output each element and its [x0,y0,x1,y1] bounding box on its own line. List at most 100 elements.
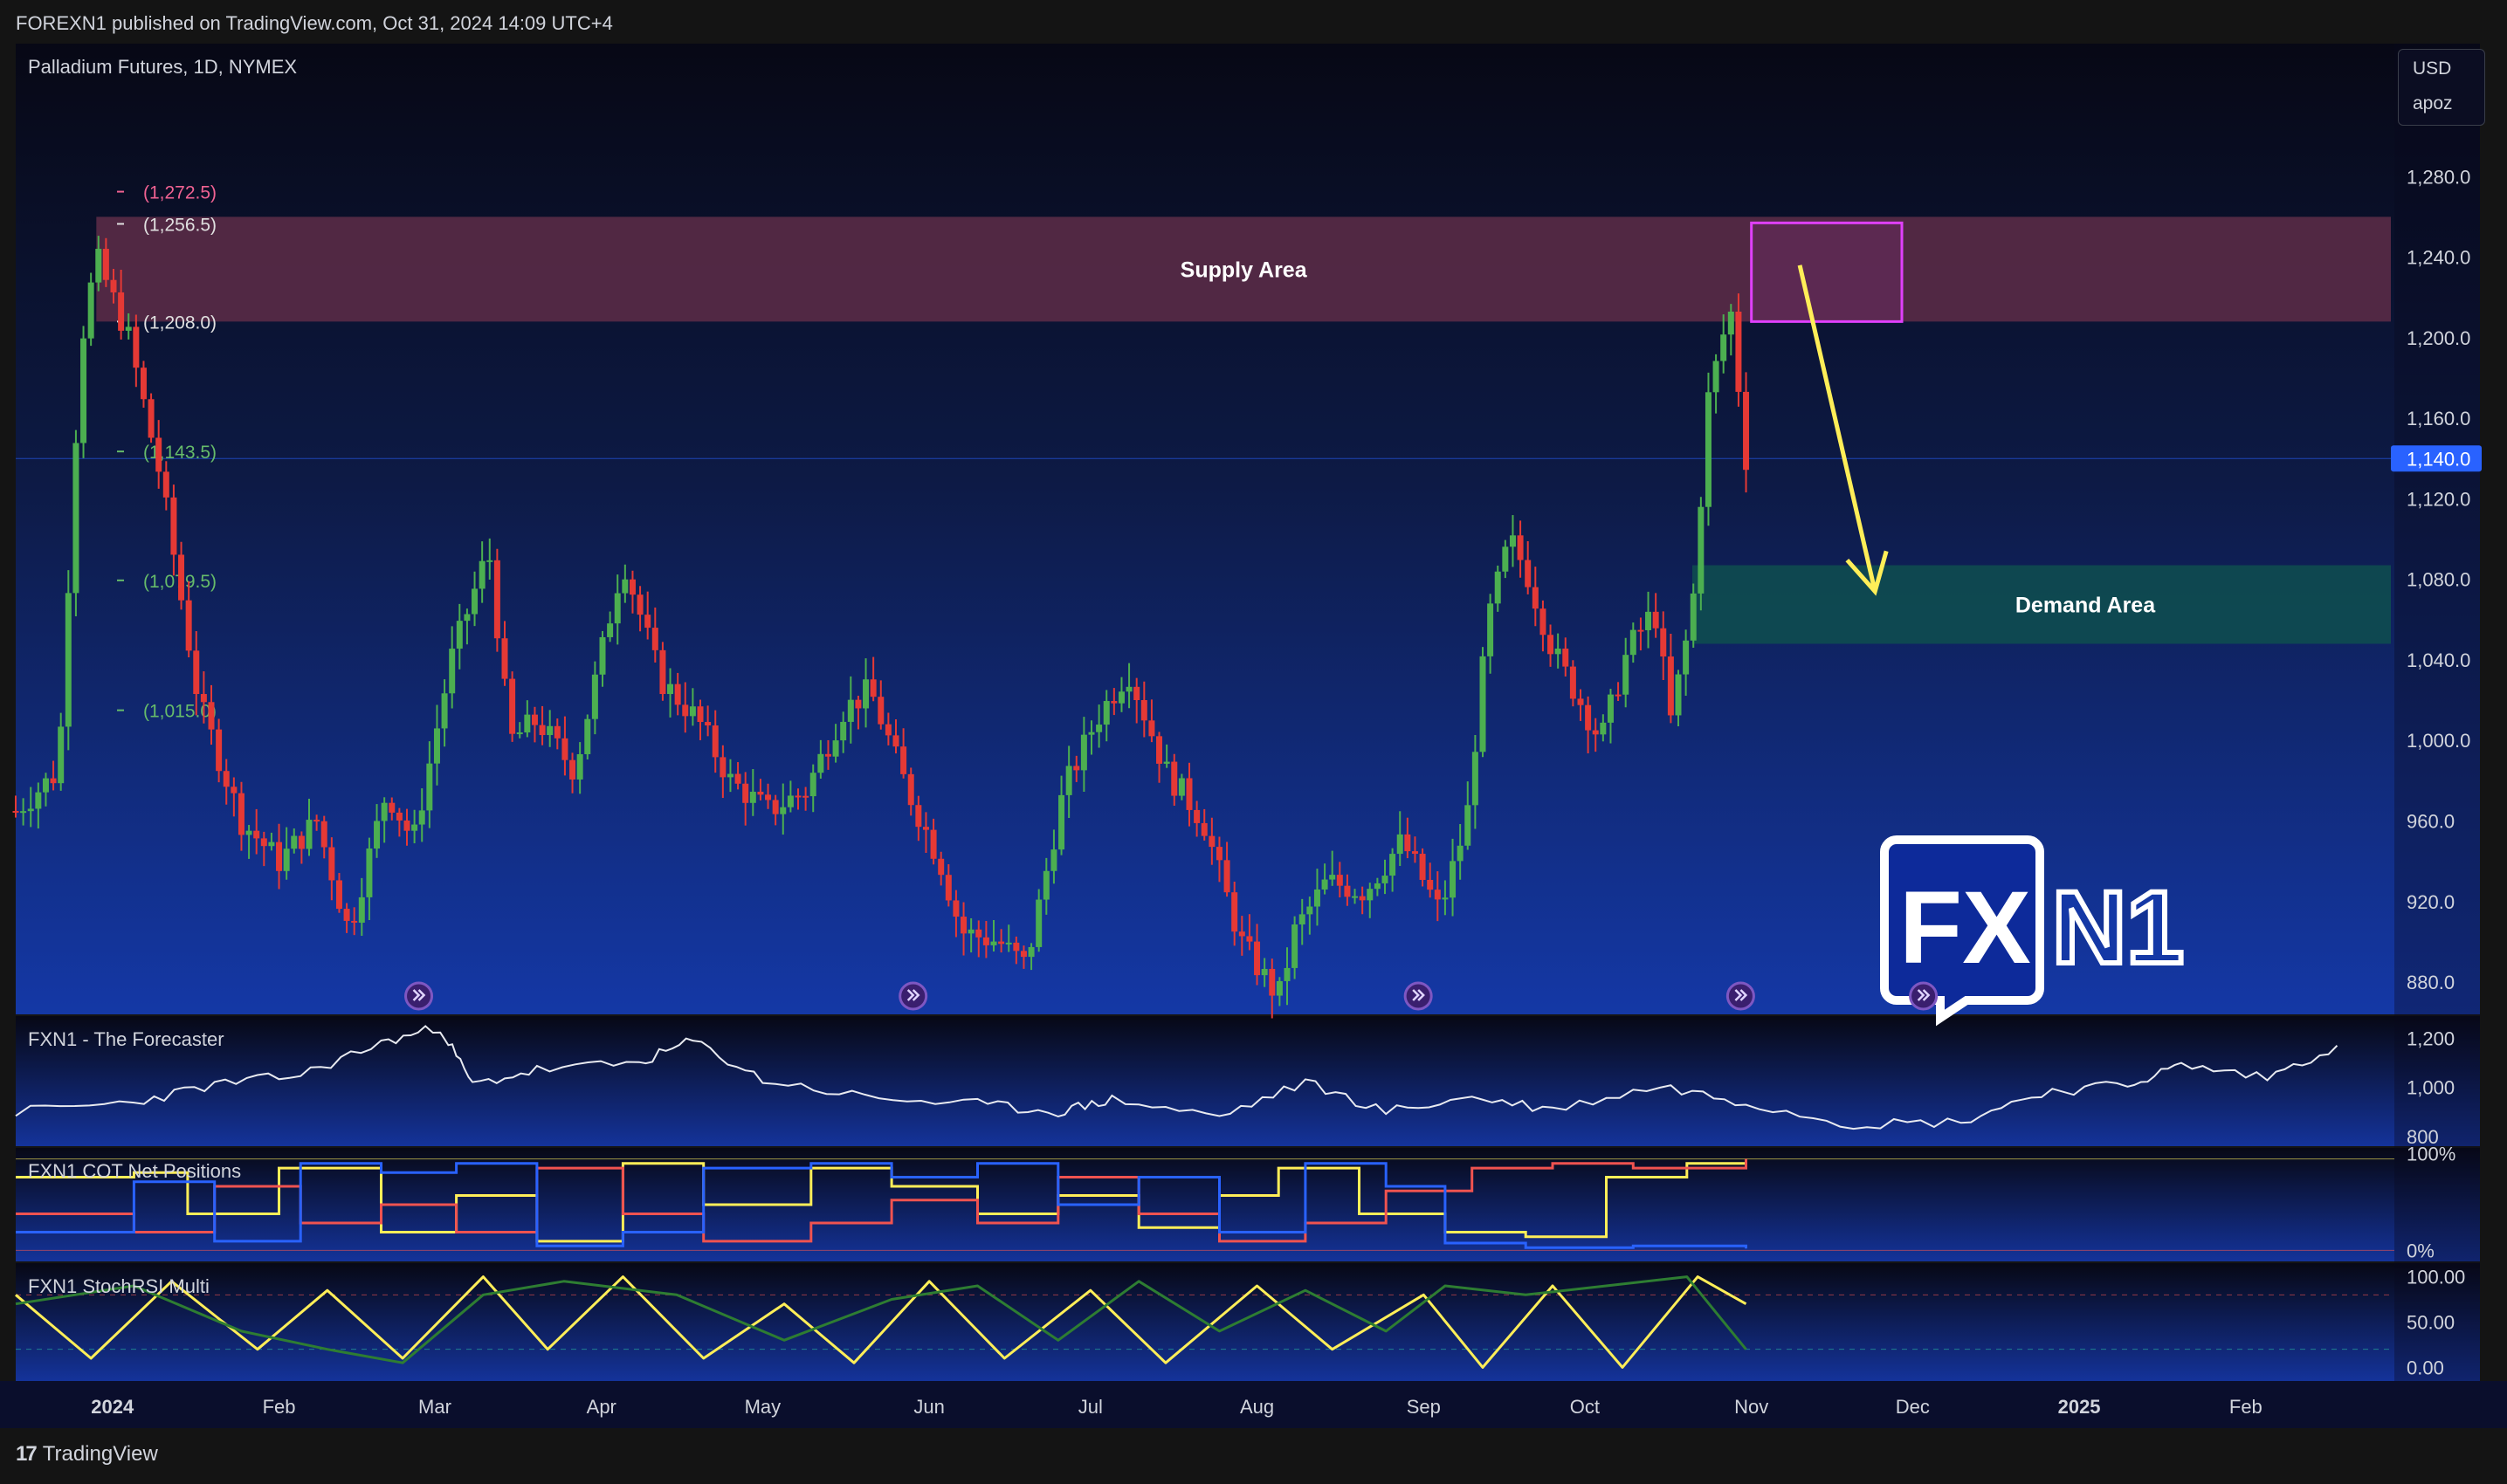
candle-body [1683,640,1690,675]
candle-body [651,628,658,650]
candle-body [975,929,982,938]
candle-body [1140,699,1147,721]
time-axis-tick: 2025 [2058,1396,2101,1418]
candle-body [1585,704,1592,731]
candle-body [1735,311,1742,392]
candle-body [915,805,922,828]
fxn1-logo-n1: N1 [2052,870,2184,986]
cot-axis-tick: 100% [2407,1144,2455,1165]
time-axis-tick: 2024 [91,1396,134,1418]
candle-body [291,835,298,849]
candle-body [1743,391,1750,471]
main-chart-title: Palladium Futures, 1D, NYMEX [28,56,297,78]
pane-sto-bg [16,1263,2480,1381]
stoch-title: FXN1 StochRSI Multi [28,1275,210,1297]
candle-body [479,560,486,589]
tradingview-brand: TradingView [42,1442,158,1466]
candle-body [787,795,794,807]
candle-body [870,679,877,697]
candle-body [1667,656,1674,716]
price-axis-bg [2394,44,2480,1381]
candle-body [260,838,267,847]
candle-body [1276,980,1283,996]
last-price-value: 1,140.0 [2407,448,2470,470]
candle-body [674,684,681,705]
price-axis-tick: 920.0 [2407,891,2455,913]
time-axis-tick: Sep [1407,1396,1441,1418]
candle-body [1171,761,1178,796]
candle-body [1660,628,1667,657]
cot-axis-tick: 0% [2407,1240,2435,1261]
candle-body [449,649,456,694]
candle-body [1178,778,1185,796]
candle-body [561,738,568,760]
candle-body [418,810,425,825]
price-axis-tick: 880.0 [2407,972,2455,993]
chart-canvas[interactable]: Supply Area Demand Area (1,272.5) (1,256.5)… [0,0,2507,1484]
pane-main-bg [16,44,2480,1014]
candle-body [193,650,200,695]
candle-body [358,897,365,923]
time-axis-tick: Aug [1240,1396,1274,1418]
candle-body [148,399,155,438]
forecaster-axis-tick: 1,200 [2407,1027,2455,1049]
candle-body [1223,860,1230,893]
time-axis-tick: Apr [587,1396,616,1418]
candle-body [1547,635,1554,655]
candle-body [1096,725,1103,732]
stoch-axis-tick: 0.00 [2407,1357,2444,1378]
candle-body [591,674,598,719]
candle-body [817,753,824,773]
candle-body [1532,587,1539,609]
candle-body [802,795,809,798]
candle-body [1675,674,1682,716]
candle-body [1020,951,1027,958]
candle-body [824,753,831,757]
time-axis-tick: Mar [418,1396,451,1418]
candle-body [1562,648,1569,667]
candle-body [1005,942,1012,945]
time-axis-tick: Jun [913,1396,944,1418]
candle-body [667,684,674,695]
price-axis-tick: 1,200.0 [2407,327,2470,349]
forecaster-axis-tick: 1,000 [2407,1077,2455,1099]
time-axis-tick: Feb [2229,1396,2262,1418]
candle-body [1133,686,1140,700]
supply-zone-label: Supply Area [1181,258,1308,282]
candle-body [1577,698,1584,705]
cot-title: FXN1 COT Net Positions [28,1160,241,1182]
candle-body [170,497,177,555]
fib-level-label: (1,015.0) [143,702,217,722]
candle-body [720,757,727,778]
candle-body [1389,854,1396,876]
currency-unit: USD [2413,58,2452,79]
candle-body [524,714,531,733]
candle-body [396,812,403,821]
target-box[interactable] [1750,221,1904,323]
price-axis-tick: 1,240.0 [2407,247,2470,269]
candle-body [185,600,192,651]
candle-body [1705,392,1712,507]
candle-body [1352,896,1359,898]
candle-body [847,699,854,722]
candle-body [1073,766,1080,771]
candle-body [389,802,396,813]
candle-body [1028,946,1035,958]
time-axis-tick: Jul [1078,1396,1103,1418]
tradingview-logo[interactable]: 17 TradingView [16,1442,158,1467]
fib-level-label: (1,272.5) [143,183,217,203]
candle-body [1698,506,1705,594]
currency-selector[interactable]: USD apoz [2398,49,2485,126]
candle-body [795,795,802,798]
candle-body [742,783,749,803]
candle-body [65,593,72,727]
candle-body [840,721,847,741]
candle-body [178,554,185,601]
candle-body [1194,809,1201,823]
candle-body [907,773,914,806]
candle-body [1216,847,1223,861]
candle-body [1727,311,1734,335]
candle-body [945,875,952,901]
price-axis-tick: 1,160.0 [2407,408,2470,429]
candle-body [216,729,223,772]
